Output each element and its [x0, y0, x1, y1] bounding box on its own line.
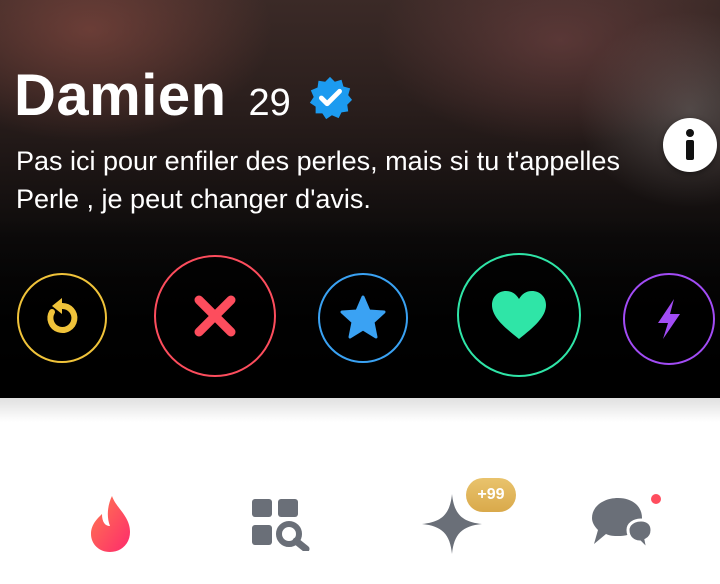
profile-bio: Pas ici pour enfiler des perles, mais si…: [16, 146, 620, 214]
profile-age: 29: [248, 82, 291, 124]
profile-header: Damien 29: [14, 62, 353, 129]
new-message-dot: [651, 494, 661, 504]
lightning-icon: [658, 299, 680, 339]
card-shadow: [0, 398, 720, 422]
nav-home-tab[interactable]: [84, 492, 138, 556]
info-icon: [686, 129, 694, 160]
star-icon: [340, 295, 386, 339]
verified-badge-icon: [309, 76, 352, 120]
close-icon: [194, 295, 236, 337]
flame-icon: [91, 496, 130, 552]
profile-name: Damien: [14, 63, 227, 128]
chat-bubbles-icon: [592, 498, 654, 554]
likes-count-badge: +99: [466, 478, 516, 512]
nope-button[interactable]: [154, 255, 276, 377]
rewind-button[interactable]: [17, 273, 107, 363]
rewind-icon: [47, 298, 78, 333]
like-button[interactable]: [457, 253, 581, 377]
info-button[interactable]: [663, 118, 717, 172]
super-like-button[interactable]: [318, 273, 408, 363]
heart-icon: [492, 291, 546, 339]
boost-button[interactable]: [623, 273, 715, 365]
nav-messages-tab[interactable]: [588, 496, 654, 554]
explore-grid-icon: [252, 499, 310, 551]
nav-explore-tab[interactable]: [250, 497, 312, 551]
